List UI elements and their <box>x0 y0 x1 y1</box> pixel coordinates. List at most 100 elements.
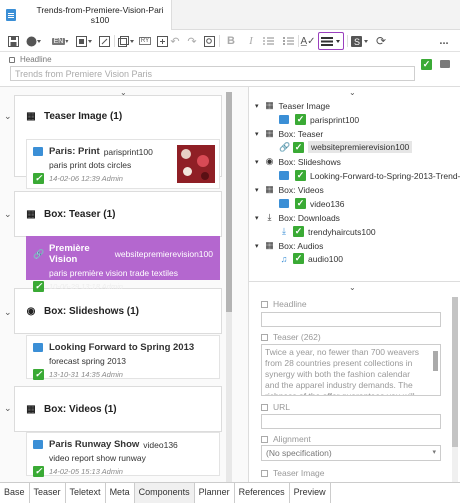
document-icon <box>6 9 16 21</box>
tree-leaf-video136[interactable]: ✓ video136 <box>279 198 345 209</box>
tree-node-box-videos[interactable]: ▾ ▦ Box: Videos <box>255 184 324 195</box>
image-icon <box>33 147 43 156</box>
lock-icon <box>9 56 15 63</box>
tab-preview[interactable]: Preview <box>290 483 331 503</box>
section-box-slideshows[interactable]: ◉ Box: Slideshows (1) <box>14 288 222 334</box>
redo-icon[interactable]: ↷ <box>185 32 199 50</box>
video-icon: ▦ <box>26 403 36 415</box>
components-panel: ⌄ ⌄ ▦ Teaser Image (1) ⌄ ▦ Box: Teaser (… <box>0 87 248 482</box>
chevron-down-icon[interactable]: ⌄ <box>4 307 12 318</box>
alignment-select[interactable]: (No specification) ▾ <box>261 445 441 461</box>
left-scrollbar[interactable] <box>226 92 232 482</box>
tree-node-box-audios[interactable]: ▾ ▦ Box: Audios <box>255 240 323 251</box>
section-box-teaser[interactable]: ▦ Box: Teaser (1) <box>14 191 222 237</box>
teaser-property-label: Teaser (262) <box>261 332 321 342</box>
component-card-slideshow[interactable]: Looking Forward to Spring 2013 forecast … <box>26 335 220 380</box>
preview-icon[interactable] <box>74 32 94 50</box>
tab-components[interactable]: Components <box>134 483 195 503</box>
bullet-list-icon[interactable] <box>281 32 295 50</box>
image-icon: ▦ <box>265 240 274 250</box>
undo-icon[interactable]: ↶ <box>168 32 182 50</box>
globe-icon[interactable] <box>24 32 44 50</box>
editor-tabs: Base Teaser Teletext Meta Components Pla… <box>0 482 460 503</box>
tree-leaf-parisprint[interactable]: ✓ parisprint100 <box>279 114 359 125</box>
tree-leaf-websitepremierevision[interactable]: 🔗 ✓ websitepremierevision100 <box>279 141 413 153</box>
check-icon: ✓ <box>33 281 44 292</box>
tree-leaf-audio100[interactable]: ♫ ✓ audio100 <box>279 253 343 264</box>
box-icon: ▦ <box>26 208 36 220</box>
teaser-image-property-label: Teaser Image <box>261 468 325 478</box>
teaser-textarea[interactable]: Twice a year, no fewer than 700 weavers … <box>261 344 441 396</box>
collapse-chevron-icon[interactable]: ⌄ <box>349 88 356 97</box>
check-icon: ✓ <box>33 173 44 184</box>
italic-button[interactable]: I <box>244 32 258 50</box>
headline-input[interactable]: Trends from Premiere Vision Paris <box>10 66 415 81</box>
thumbnail-image <box>177 145 215 183</box>
headline-property-input[interactable] <box>261 312 441 327</box>
copy-icon[interactable] <box>116 32 136 50</box>
link-icon: 🔗 <box>279 141 291 152</box>
document-tab-title: Trends-from-Premiere-Vision-Pari s100 <box>36 5 164 25</box>
properties-scrollbar[interactable] <box>452 297 458 482</box>
ordered-list-icon[interactable] <box>261 32 275 50</box>
symbol-icon[interactable]: S <box>350 32 370 50</box>
tab-teaser[interactable]: Teaser <box>30 483 66 503</box>
refresh-icon[interactable]: ⟳ <box>374 32 388 50</box>
tab-meta[interactable]: Meta <box>106 483 135 503</box>
chevron-down-icon: ▾ <box>432 449 436 456</box>
tree-node-teaser-image[interactable]: ▾ ▦ Teaser Image <box>255 100 330 111</box>
tree-leaf-trendyhaircuts[interactable]: ⤓ ✓ trendyhaircuts100 <box>279 226 376 237</box>
teaser-image-checkbox[interactable] <box>261 469 268 477</box>
bold-button[interactable]: B <box>224 32 238 50</box>
audio-icon: ♫ <box>280 253 288 264</box>
structure-panel: ⌄ ▾ ▦ Teaser Image ✓ parisprint100 ▾ ▦ B… <box>248 87 460 482</box>
check-icon: ✓ <box>33 369 44 380</box>
editor-toolbar: EN ▾ RY ↶ ↷ B I A̲✓ S ⟳ ... <box>0 30 460 52</box>
headline-checkbox[interactable] <box>261 300 268 308</box>
ry-button[interactable]: RY <box>138 32 152 50</box>
save-icon[interactable] <box>6 32 20 50</box>
find-icon[interactable] <box>202 32 216 50</box>
tab-planner[interactable]: Planner <box>195 483 235 503</box>
download-icon: ⤓ <box>282 226 286 236</box>
more-icon[interactable]: ... <box>437 32 451 50</box>
headline-label: Headline <box>9 55 52 64</box>
video-icon <box>33 440 43 449</box>
tab-teletext[interactable]: Teletext <box>66 483 106 503</box>
external-link-icon[interactable] <box>97 32 111 50</box>
check-icon: ✓ <box>293 226 304 237</box>
svg-text:S: S <box>354 37 360 47</box>
spellcheck-icon[interactable]: A̲✓ <box>300 32 316 50</box>
tab-references[interactable]: References <box>235 483 290 503</box>
url-input[interactable] <box>261 414 441 429</box>
tree-node-box-slideshows[interactable]: ▾ ◉ Box: Slideshows <box>255 156 341 167</box>
textarea-scrollbar[interactable] <box>433 351 438 371</box>
check-icon: ✓ <box>295 114 306 125</box>
url-checkbox[interactable] <box>261 403 268 411</box>
slideshow-icon <box>33 343 43 352</box>
headline-property-label: Headline <box>261 299 307 309</box>
collapse-chevron-icon[interactable]: ⌄ <box>349 283 356 292</box>
link-icon: 🔗 <box>33 248 45 259</box>
teaser-checkbox[interactable] <box>261 333 268 341</box>
component-card-video[interactable]: Paris Runway Show video136 video report … <box>26 432 220 477</box>
component-card-premierevision[interactable]: 🔗 Première Vision websitepremierevision1… <box>26 236 220 292</box>
tab-base[interactable]: Base <box>0 483 30 503</box>
section-box-videos[interactable]: ▦ Box: Videos (1) <box>14 386 222 432</box>
paragraph-format-button[interactable] <box>318 32 344 50</box>
alignment-checkbox[interactable] <box>261 435 268 443</box>
chevron-down-icon[interactable]: ⌄ <box>4 209 12 220</box>
language-button[interactable]: EN ▾ <box>50 32 70 50</box>
tree-node-box-teaser[interactable]: ▾ ▦ Box: Teaser <box>255 128 323 139</box>
document-tab[interactable]: Trends-from-Premiere-Vision-Pari s100 <box>0 0 172 30</box>
insert-icon[interactable] <box>155 32 169 50</box>
side-panel-icon[interactable] <box>440 60 450 68</box>
tree-leaf-slideshow[interactable]: ✓ Looking-Forward-to-Spring-2013-Trend-R… <box>279 170 460 181</box>
chevron-down-icon[interactable]: ⌄ <box>4 111 12 122</box>
download-icon: ⤓ <box>267 212 272 222</box>
component-card-parisprint[interactable]: Paris: Print parisprint100 paris print d… <box>26 139 220 189</box>
tree-node-box-downloads[interactable]: ▾ ⤓ Box: Downloads <box>255 212 340 223</box>
url-property-label: URL <box>261 402 290 412</box>
slideshow-icon <box>279 171 289 180</box>
chevron-down-icon[interactable]: ⌄ <box>4 403 12 414</box>
